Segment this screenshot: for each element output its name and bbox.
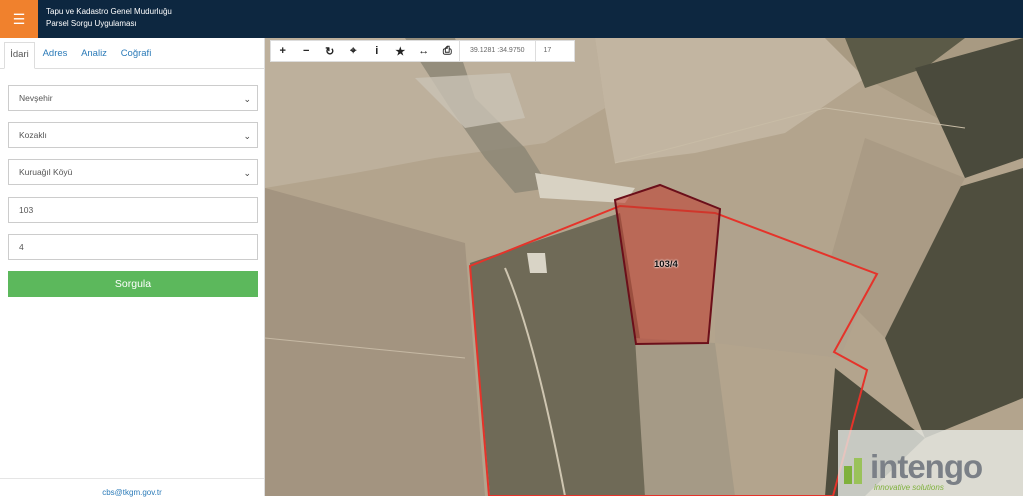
district-select-value: Kozaklı: [19, 130, 47, 140]
app-title-line2: Parsel Sorgu Uygulaması: [46, 19, 137, 28]
intengo-logo: intengo innovative solutions: [838, 430, 1023, 496]
sidebar-footer: cbs@tkgm.gov.tr: [0, 478, 264, 497]
map-view[interactable]: + − ↻ ⌖ i ★ ↔ ⎙ 39.1281 :34.9750 17 103/…: [265, 38, 1023, 496]
satellite-imagery: [265, 38, 1023, 496]
logo-tagline: innovative solutions: [874, 483, 944, 492]
zoom-in-icon[interactable]: +: [271, 40, 295, 62]
parcel-input-value: 4: [19, 242, 24, 252]
sidebar-tabs: İdari Adres Analiz Coğrafi: [0, 38, 265, 69]
parcel-label: 103/4: [654, 259, 678, 270]
district-select[interactable]: Kozaklı ⌄: [8, 122, 258, 148]
tab-analiz[interactable]: Analiz: [76, 42, 112, 69]
block-input[interactable]: 103: [8, 197, 258, 223]
tab-adres[interactable]: Adres: [38, 42, 72, 69]
app-title-line1: Tapu ve Kadastro Genel Mudurluğu: [46, 7, 172, 16]
village-select[interactable]: Kuruağıl Köyü ⌄: [8, 159, 258, 185]
app-header: ☰ Tapu ve Kadastro Genel Mudurluğu Parse…: [0, 0, 1023, 38]
zoom-out-icon[interactable]: −: [295, 40, 319, 62]
tab-cografi[interactable]: Coğrafi: [117, 42, 155, 69]
logo-mark-icon: [844, 458, 862, 484]
village-select-value: Kuruağıl Köyü: [19, 167, 73, 177]
parcel-input[interactable]: 4: [8, 234, 258, 260]
info-icon[interactable]: i: [365, 40, 389, 62]
province-select[interactable]: Nevşehir ⌄: [8, 85, 258, 111]
chevron-down-icon: ⌄: [243, 168, 251, 178]
measure-icon[interactable]: ↔: [412, 40, 436, 62]
print-icon[interactable]: ⎙: [436, 40, 460, 62]
locate-icon[interactable]: ⌖: [342, 40, 366, 62]
tab-idari[interactable]: İdari: [4, 42, 35, 69]
logo-wordmark: intengo: [870, 448, 983, 485]
chevron-down-icon: ⌄: [243, 94, 251, 104]
star-icon[interactable]: ★: [389, 40, 413, 62]
coordinate-display: 39.1281 :34.9750: [459, 40, 535, 62]
refresh-icon[interactable]: ↻: [318, 40, 342, 62]
map-toolbar: + − ↻ ⌖ i ★ ↔ ⎙ 39.1281 :34.9750 17: [270, 40, 575, 62]
province-select-value: Nevşehir: [19, 93, 53, 103]
chevron-down-icon: ⌄: [243, 131, 251, 141]
search-button[interactable]: Sorgula: [8, 271, 258, 297]
sidebar: İdari Adres Analiz Coğrafi Nevşehir ⌄ Ko…: [0, 38, 265, 497]
hamburger-icon[interactable]: ☰: [0, 0, 38, 38]
block-input-value: 103: [19, 205, 34, 215]
app-title: Tapu ve Kadastro Genel Mudurluğu Parsel …: [46, 6, 172, 30]
zoom-level-display: 17: [534, 40, 560, 62]
